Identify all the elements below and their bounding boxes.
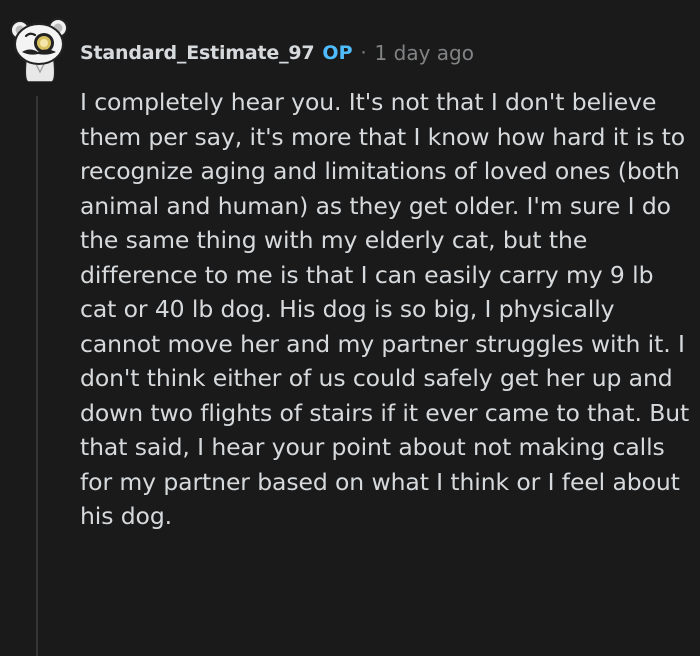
timestamp-link[interactable]: 1 day ago (375, 41, 474, 65)
meta-separator: · (360, 42, 367, 64)
avatar[interactable] (8, 14, 72, 83)
op-badge: OP (322, 42, 353, 64)
username-link[interactable]: Standard_Estimate_97 (80, 42, 315, 64)
comment-body: I completely hear you. It's not that I d… (80, 88, 690, 530)
comment-header: Standard_Estimate_97 OP · 1 day ago (80, 36, 474, 70)
comment: Standard_Estimate_97 OP · 1 day ago I co… (0, 0, 700, 656)
snoo-avatar-icon (10, 18, 68, 83)
thread-line[interactable] (36, 96, 38, 656)
